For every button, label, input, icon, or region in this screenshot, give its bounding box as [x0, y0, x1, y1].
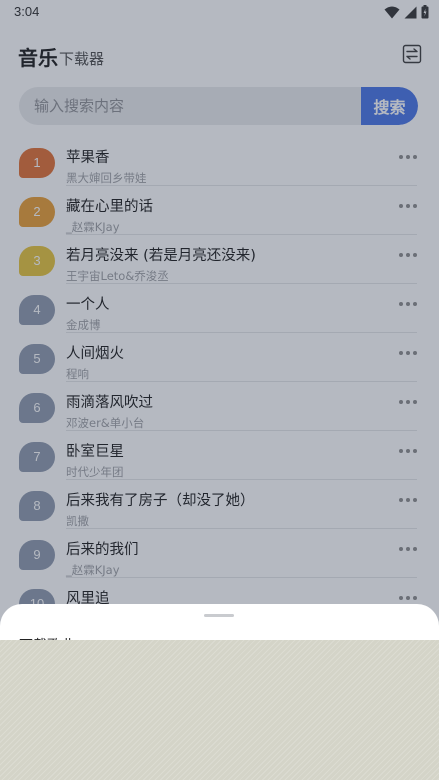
- app-screen: 3:04 音乐 下载器 搜索 1: [0, 0, 439, 780]
- sheet-content-placeholder: [0, 640, 439, 780]
- drag-handle[interactable]: [204, 614, 234, 617]
- download-bottom-sheet: 下载歌曲: [0, 604, 439, 780]
